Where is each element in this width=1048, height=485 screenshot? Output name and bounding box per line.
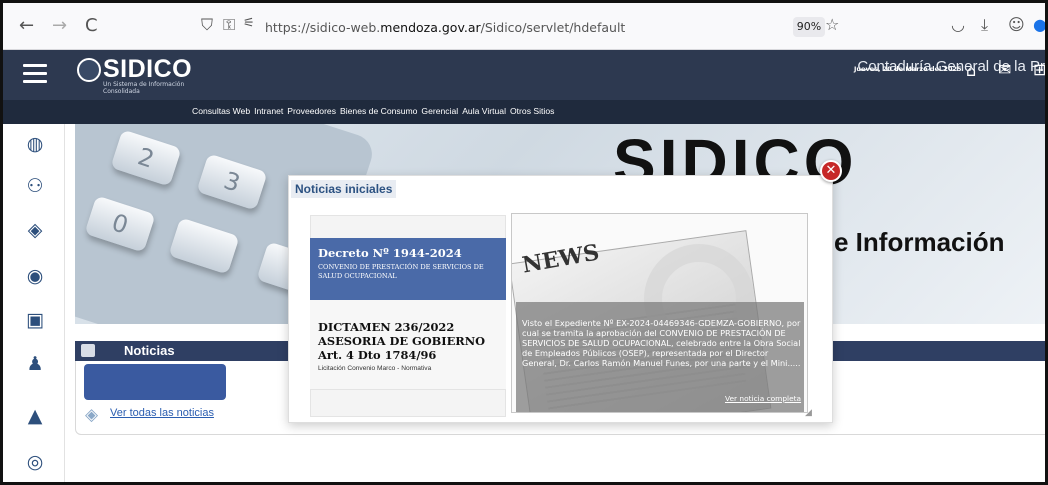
extension-icon[interactable]: ● (1033, 15, 1045, 34)
news-item-title: DICTAMEN 236/2022 ASESORIA DE GOBIERNO A… (318, 320, 486, 362)
modal-title: Noticias iniciales (291, 180, 397, 198)
compliance-icon[interactable]: ◉ (23, 264, 47, 288)
banner-subtitle: e Información (834, 227, 1005, 257)
menu-item[interactable]: Bienes de Consumo (340, 106, 417, 116)
back-icon[interactable]: ← (19, 15, 34, 36)
lock-icon[interactable]: ⚿ (223, 15, 235, 35)
url-text[interactable]: https://sidico-web.mendoza.gov.ar/Sidico… (265, 20, 625, 35)
menu-item[interactable]: Aula Virtual (462, 106, 506, 116)
menu-item[interactable]: Proveedores (287, 106, 336, 116)
left-sidebar: ◍ ⚇ ◈ ◉ ▣ ♟ ▲ ◎ (3, 124, 65, 482)
reload-icon[interactable]: C (85, 15, 98, 36)
brand-name: SIDICO (103, 55, 193, 83)
news-item-subtitle: Licitación Convenio Marco - Normativa (318, 365, 432, 372)
news-label: Noticias (124, 343, 175, 358)
resize-grip-icon[interactable]: ◢ (805, 408, 812, 418)
news-icon (81, 344, 95, 357)
hamburger-menu-icon[interactable] (23, 64, 47, 84)
layers-icon[interactable]: ◈ (23, 218, 47, 242)
browser-toolbar: ← → C ⛉ ⚿ ⚟ https://sidico-web.mendoza.g… (3, 3, 1045, 50)
address-bar[interactable]: ⛉ ⚿ ⚟ https://sidico-web.mendoza.gov.ar/… (185, 10, 929, 44)
news-item[interactable]: DICTAMEN 236/2022 ASESORIA DE GOBIERNO A… (310, 300, 506, 390)
app-window: ← → C ⛉ ⚿ ⚟ https://sidico-web.mendoza.g… (0, 0, 1048, 485)
news-item-subtitle: CONVENIO DE PRESTACIÓN DE SERVICIOS DE S… (318, 263, 484, 280)
current-date: Jueves, 20 de Marzo del 2025 (854, 65, 962, 73)
sitemap-icon[interactable]: ⊞ (1033, 60, 1045, 79)
mail-icon[interactable]: ✉ (998, 60, 1011, 79)
main-menu: Consultas Web Intranet Proveedores Bienes d… (3, 100, 1045, 124)
zoom-level[interactable]: 90% (793, 17, 825, 37)
users-icon[interactable]: ⚇ (23, 174, 47, 198)
preview-text: Visto el Expediente Nº EX-2024-04469346-… (522, 318, 801, 368)
permissions-icon[interactable]: ⚟ (243, 16, 255, 31)
full-news-link[interactable]: Ver noticia completa (725, 394, 801, 403)
shield-icon[interactable]: ⛉ (201, 15, 213, 35)
home-icon[interactable]: ⌂ (966, 61, 976, 80)
bookmark-star-icon[interactable]: ☆ (825, 15, 839, 34)
site-header: SIDICO Un Sistema de Información Consoli… (3, 50, 1045, 100)
news-item-title: Decreto Nº 1944-2024 (318, 246, 462, 260)
forward-icon[interactable]: → (52, 15, 67, 36)
close-modal-button[interactable]: ✕ (820, 160, 842, 182)
download-icon[interactable]: ⤓ (981, 15, 988, 35)
news-item-button[interactable] (84, 364, 226, 400)
news-item[interactable]: Decreto Nº 1944-2024 CONVENIO DE PRESTAC… (310, 238, 506, 300)
brand-subtitle: Un Sistema de Información Consolidada (103, 81, 185, 95)
menu-item[interactable]: Consultas Web (192, 106, 250, 116)
user-icon[interactable]: ♟ (23, 352, 47, 376)
sidico-logo-icon (77, 58, 101, 82)
presentation-icon[interactable]: ▣ (23, 308, 47, 332)
account-icon[interactable]: ☺ (1008, 15, 1025, 34)
news-preview: NEWS Visto el Expediente Nº EX-2024-0446… (511, 213, 808, 413)
menu-item[interactable]: Otros Sitios (510, 106, 554, 116)
all-news-link[interactable]: Ver todas las noticias (110, 407, 214, 419)
stack-icon: ◈ (85, 405, 99, 425)
menu-items: Consultas Web Intranet Proveedores Bienes d… (192, 106, 554, 116)
pocket-icon[interactable]: ◡ (951, 15, 965, 34)
menu-item[interactable]: Intranet (254, 106, 283, 116)
chart-icon[interactable]: ▲ (23, 404, 47, 428)
globe-user-icon[interactable]: ◍ (23, 132, 47, 156)
org-logo-icon[interactable]: ◎ (23, 450, 47, 474)
menu-item[interactable]: Gerencial (421, 106, 458, 116)
